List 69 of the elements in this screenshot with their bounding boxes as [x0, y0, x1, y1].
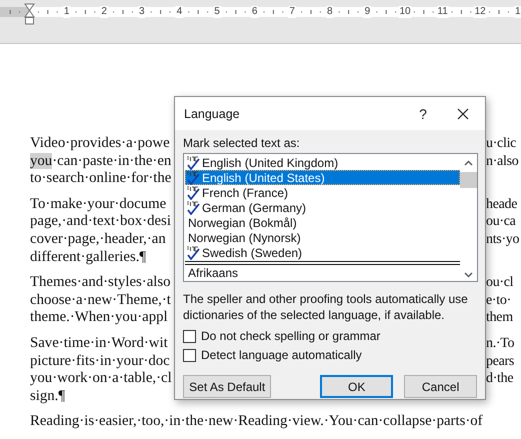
body-text: theme.·When·you·appl: [30, 309, 169, 327]
body-text: picture·fits·in·your·doc: [30, 352, 171, 370]
body-text: different·galleries.¶: [30, 248, 146, 266]
dialog-button[interactable]: OK: [320, 375, 394, 398]
dialog-title: Language: [184, 106, 241, 120]
body-text: heade: [486, 196, 518, 214]
body-text: Themes·and·styles·also: [30, 274, 172, 292]
language-item[interactable]: English (United States): [185, 170, 460, 185]
ruler-number: 1: [62, 6, 70, 18]
checkbox[interactable]: [183, 330, 196, 342]
spellcheck-icon: [186, 200, 201, 214]
checkbox[interactable]: [183, 348, 196, 362]
ruler-number: 5: [213, 6, 221, 18]
language-list[interactable]: English (United Kingdom) English (United States) French (France) German (Germany) Norwegian (Bokmål) Norwegian (Nynorsk) Swedish (Sweden) Afrikaans: [183, 153, 478, 282]
language-item[interactable]: Norwegian (Bokmål): [185, 215, 460, 230]
spellcheck-icon: [186, 170, 201, 184]
dialog-button[interactable]: Cancel: [404, 375, 477, 398]
body-text: page,·and·text·box·desi: [30, 213, 172, 231]
language-item[interactable]: German (Germany): [185, 200, 460, 215]
language-item[interactable]: Norwegian (Nynorsk): [185, 230, 460, 245]
language-item[interactable]: Swedish (Sweden): [185, 245, 460, 260]
body-text: n·also: [486, 152, 518, 170]
language-item[interactable]: Afrikaans: [185, 265, 460, 280]
body-text: Save·time·in·Word·wit: [30, 334, 169, 353]
ruler-number: 10: [398, 6, 412, 18]
ruler-number: 7: [288, 6, 296, 18]
body-text: ou·ca: [486, 213, 516, 231]
spellcheck-icon: [186, 156, 201, 170]
description-text: The speller and other proofing tools automatically use dictionaries of the selected language, if available.: [183, 291, 469, 323]
ruler-number: 3: [138, 6, 146, 18]
body-text: choose·a·new·Theme,·t: [30, 292, 172, 310]
body-text: pears: [486, 352, 514, 370]
language-item[interactable]: English (United Kingdom): [185, 155, 460, 170]
body-text: n.·To: [486, 334, 514, 353]
ruler-number: 1: [514, 6, 521, 18]
scroll-down-icon[interactable]: [464, 272, 473, 278]
scroll-up-icon[interactable]: [464, 160, 473, 166]
ruler-number: 2: [100, 6, 108, 18]
body-text: e·to·: [486, 292, 511, 310]
ruler-number: 11: [436, 6, 449, 18]
body-text: them: [486, 309, 513, 327]
ruler-number: 4: [176, 6, 184, 18]
ruler-number: 8: [326, 6, 334, 18]
body-text: you·can·paste·in·the·en: [30, 152, 172, 170]
ruler-number: 6: [250, 6, 258, 18]
body-text: ou·cl: [486, 274, 514, 292]
body-text: nts·yo: [486, 230, 520, 249]
scroll-thumb[interactable]: [460, 172, 477, 188]
list-label: Mark selected text as:: [183, 136, 301, 150]
body-text: d·the: [486, 370, 514, 388]
body-text: To·make·your·docume: [30, 196, 168, 214]
dialog-button[interactable]: Set As Default: [183, 375, 272, 398]
body-text: Video·provides·a·powe: [30, 135, 171, 153]
ruler-number: 12: [474, 6, 487, 18]
body-text: you·work·on·a·table,·cl: [30, 370, 173, 388]
help-button[interactable]: ?: [408, 100, 438, 128]
body-text: cover·page,·header,·an: [30, 230, 167, 249]
body-text: Reading·is·easier,·too,·in·the·new·Reading·view.·You·can·collapse·parts·of: [30, 413, 483, 431]
checkbox-label[interactable]: Do not check spelling or grammar: [201, 329, 380, 343]
body-text: sign.¶: [30, 388, 66, 406]
spellcheck-icon: [186, 186, 201, 200]
ruler-number: 9: [364, 6, 372, 18]
language-item[interactable]: French (France): [185, 185, 460, 200]
body-text: u·clic: [486, 135, 516, 153]
body-text: to·search·online·for·the: [30, 170, 172, 188]
spellcheck-icon: [186, 246, 201, 260]
close-icon[interactable]: [457, 108, 469, 120]
indent-marker-icon[interactable]: [24, 3, 35, 25]
checkbox-label[interactable]: Detect language automatically: [201, 348, 362, 362]
